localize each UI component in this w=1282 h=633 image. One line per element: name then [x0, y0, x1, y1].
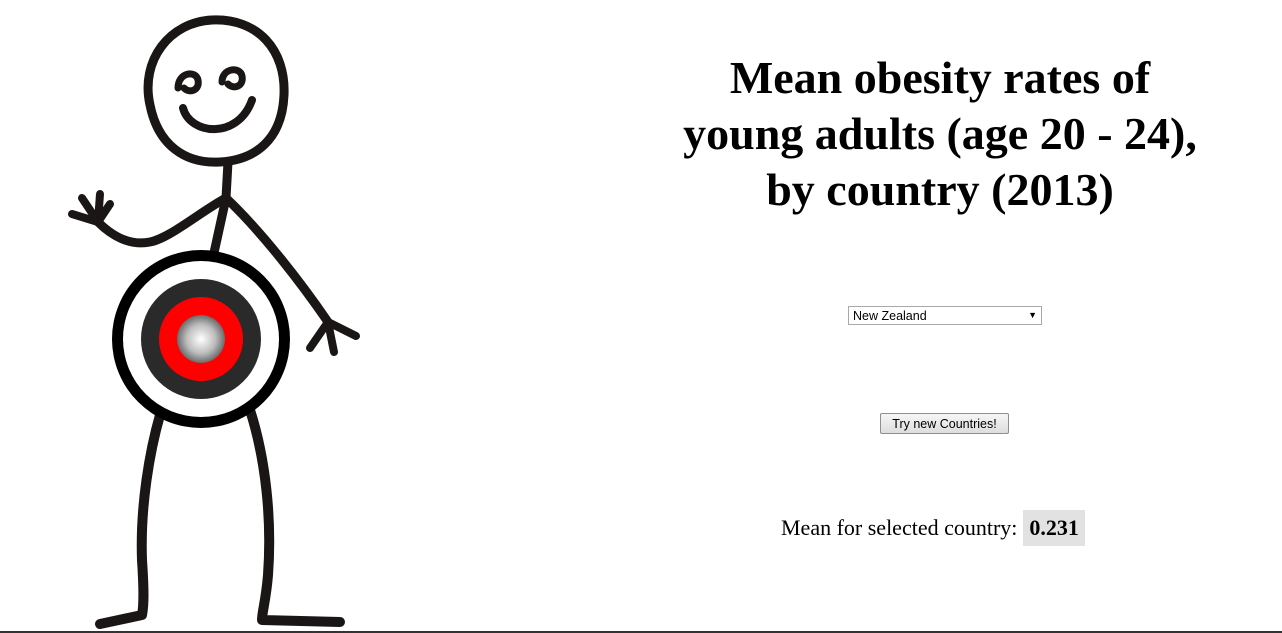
- title-line-2: young adults (age 20 - 24),: [683, 108, 1197, 159]
- mean-readout: Mean for selected country: 0.231: [781, 510, 1085, 546]
- target-bullseye: [177, 315, 225, 363]
- mean-value: 0.231: [1023, 510, 1085, 546]
- page-title: Mean obesity rates of young adults (age …: [600, 50, 1280, 218]
- title-line-3: by country (2013): [766, 164, 1114, 215]
- country-select[interactable]: New Zealand ▼: [848, 306, 1042, 325]
- stick-figure-illustration: [0, 0, 380, 633]
- right-eye: [218, 66, 246, 91]
- mean-label: Mean for selected country:: [781, 515, 1018, 540]
- try-new-countries-button[interactable]: Try new Countries!: [880, 413, 1009, 434]
- country-select-value: New Zealand: [853, 308, 927, 323]
- head-outline: [143, 15, 289, 167]
- title-line-1: Mean obesity rates of: [729, 52, 1151, 103]
- left-eye: [174, 70, 202, 95]
- stick-figure-icon: [68, 15, 360, 629]
- smile: [179, 96, 256, 134]
- chevron-down-icon: ▼: [1028, 310, 1037, 320]
